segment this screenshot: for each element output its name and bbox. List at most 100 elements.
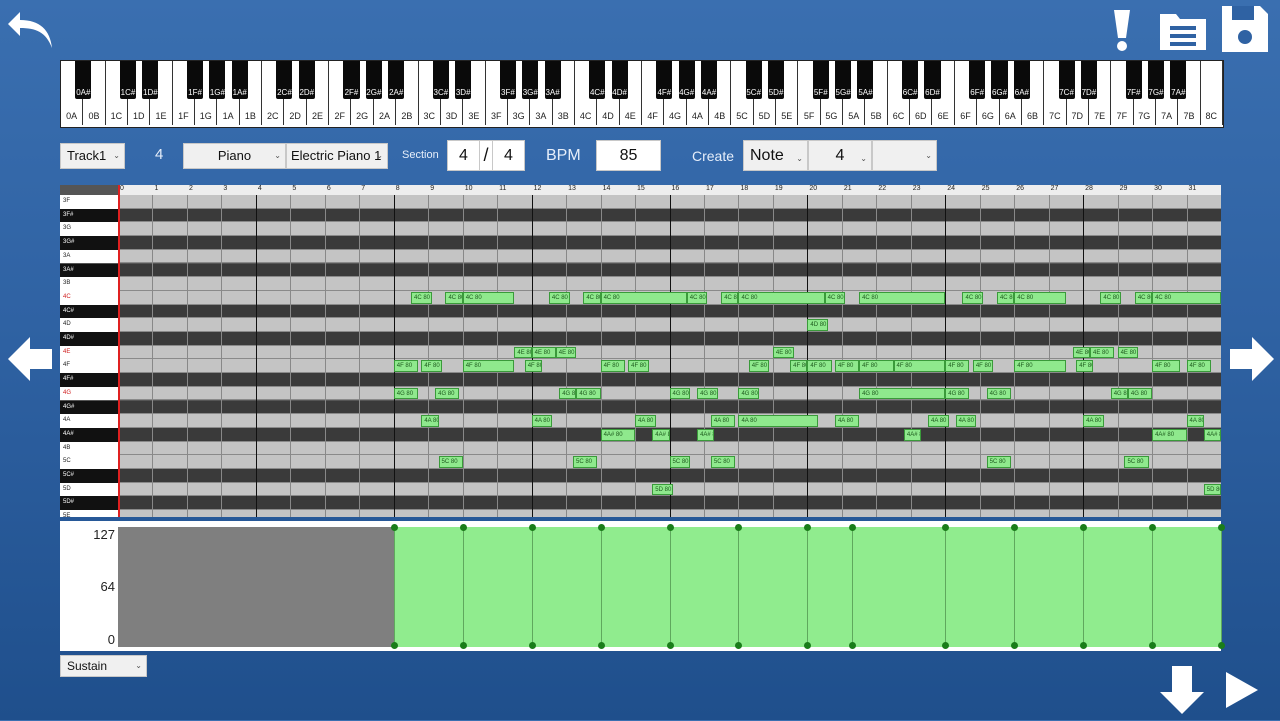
velocity-handle-bottom[interactable] bbox=[1011, 642, 1019, 649]
velocity-lane[interactable]: 127 64 0 bbox=[60, 521, 1225, 651]
velocity-handle-top[interactable] bbox=[666, 524, 674, 531]
black-key-4A#[interactable]: 4A# bbox=[700, 61, 718, 99]
note-block[interactable]: 4E 80 bbox=[1090, 346, 1115, 359]
note-block[interactable]: 4G 80 bbox=[1127, 387, 1153, 400]
velocity-handle-top[interactable] bbox=[459, 524, 467, 531]
black-key-5A#[interactable]: 5A# bbox=[857, 61, 874, 99]
note-block[interactable]: 4F 80 bbox=[945, 360, 970, 373]
note-block[interactable]: 4C 80 bbox=[600, 291, 687, 304]
pitch-label[interactable]: 4C bbox=[60, 290, 118, 305]
pitch-label[interactable]: 4F bbox=[60, 359, 118, 374]
playhead[interactable] bbox=[118, 185, 120, 517]
controller-select[interactable]: Sustain ⌄ bbox=[60, 655, 147, 677]
black-key-3D#[interactable]: 3D# bbox=[455, 61, 472, 99]
pitch-label[interactable]: 5C# bbox=[60, 469, 118, 483]
note-block[interactable]: 4C 80 bbox=[996, 291, 1015, 304]
note-block[interactable]: 4G 80 bbox=[986, 387, 1011, 400]
scroll-left-arrow-icon[interactable] bbox=[6, 334, 54, 384]
black-key-3C#[interactable]: 3C# bbox=[432, 61, 449, 99]
note-block[interactable]: 4F 80 bbox=[393, 360, 418, 373]
note-block[interactable]: 4G 80 bbox=[697, 387, 718, 400]
note-block[interactable]: 4A 80 bbox=[1083, 415, 1104, 427]
note-block[interactable]: 4C 80 bbox=[583, 291, 601, 304]
note-block[interactable]: 5D 80 bbox=[1203, 483, 1221, 496]
pitch-label[interactable]: 4E bbox=[60, 345, 118, 360]
pitch-label[interactable]: 4A# bbox=[60, 427, 118, 442]
velocity-handle-top[interactable] bbox=[597, 524, 605, 531]
velocity-handle-bottom[interactable] bbox=[1149, 642, 1157, 649]
note-block[interactable]: 4F 80 bbox=[421, 360, 442, 373]
note-block[interactable]: 4F 80 bbox=[1186, 360, 1211, 373]
instrument-category-select[interactable]: Piano ⌄ bbox=[183, 143, 286, 169]
back-arrow-icon[interactable] bbox=[6, 8, 56, 52]
note-block[interactable]: 5C 80 bbox=[710, 456, 735, 468]
pitch-label[interactable]: 3B bbox=[60, 277, 118, 291]
pitch-label[interactable]: 4G# bbox=[60, 400, 118, 415]
black-key-7C#[interactable]: 7C# bbox=[1058, 61, 1075, 99]
pitch-label[interactable]: 3G bbox=[60, 222, 118, 237]
black-key-6G#[interactable]: 6G# bbox=[991, 61, 1008, 99]
note-block[interactable]: 4D 80 bbox=[807, 319, 829, 331]
black-key-6D#[interactable]: 6D# bbox=[924, 61, 941, 99]
velocity-handle-bottom[interactable] bbox=[849, 642, 857, 649]
note-block[interactable]: 4E 80 bbox=[1117, 346, 1139, 359]
velocity-handle-bottom[interactable] bbox=[597, 642, 605, 649]
note-block[interactable]: 4F 80 bbox=[893, 360, 946, 373]
track-select[interactable]: Track1 ⌄ bbox=[60, 143, 125, 169]
scroll-down-arrow-icon[interactable] bbox=[1158, 664, 1206, 716]
black-key-7D#[interactable]: 7D# bbox=[1080, 61, 1097, 99]
note-block[interactable]: 4C 80 bbox=[1134, 291, 1153, 304]
pitch-label[interactable]: 4D bbox=[60, 318, 118, 332]
black-key-7A#[interactable]: 7A# bbox=[1170, 61, 1187, 99]
note-block[interactable]: 4C 80 bbox=[721, 291, 739, 304]
note-block[interactable]: 4A 80 bbox=[421, 415, 439, 427]
black-key-6F#[interactable]: 6F# bbox=[969, 61, 986, 99]
note-block[interactable]: 4C 80 bbox=[1152, 291, 1221, 304]
black-key-7G#[interactable]: 7G# bbox=[1147, 61, 1164, 99]
note-block[interactable]: 4A 80 bbox=[738, 415, 818, 427]
pitch-label[interactable]: 4D# bbox=[60, 332, 118, 346]
velocity-handle-bottom[interactable] bbox=[666, 642, 674, 649]
note-block[interactable]: 4C 80 bbox=[962, 291, 984, 304]
note-block[interactable]: 4C 80 bbox=[445, 291, 463, 304]
pitch-label[interactable]: 5D# bbox=[60, 496, 118, 511]
velocity-handle-bottom[interactable] bbox=[1218, 642, 1225, 649]
white-key-8C[interactable]: 8C bbox=[1200, 61, 1223, 125]
piano-keyboard[interactable]: 0A 0B 1C 1D 1E 1F 1G 1A 1B 2C 2D 2E 2F 2G 2A 2B 3C 3D 3E 3F… bbox=[60, 60, 1224, 128]
note-block[interactable]: 5C 80 bbox=[986, 456, 1011, 468]
velocity-handle-top[interactable] bbox=[528, 524, 536, 531]
note-block[interactable]: 4G 80 bbox=[1110, 387, 1128, 400]
open-folder-icon[interactable] bbox=[1158, 8, 1208, 52]
bpm-input[interactable]: 85 bbox=[596, 140, 661, 171]
note-block[interactable]: 4E 80 bbox=[1072, 346, 1091, 359]
note-block[interactable]: 4C 80 bbox=[462, 291, 515, 304]
velocity-handle-top[interactable] bbox=[390, 524, 398, 531]
note-block[interactable]: 4A 80 bbox=[635, 415, 656, 427]
note-block[interactable]: 4G 80 bbox=[669, 387, 691, 400]
black-key-5D#[interactable]: 5D# bbox=[768, 61, 785, 99]
create-mode-select[interactable]: Note ⌄ bbox=[743, 140, 808, 171]
pitch-label[interactable]: 5D bbox=[60, 482, 118, 497]
black-key-4C#[interactable]: 4C# bbox=[589, 61, 606, 99]
note-block[interactable]: 4A 80 bbox=[710, 415, 735, 427]
note-block[interactable]: 4A 80 bbox=[955, 415, 977, 427]
black-key-5G#[interactable]: 5G# bbox=[835, 61, 852, 99]
note-block[interactable]: 4A 80 bbox=[834, 415, 860, 427]
note-block[interactable]: 4C 80 bbox=[548, 291, 570, 304]
note-block[interactable]: 4G 80 bbox=[576, 387, 601, 400]
velocity-handle-bottom[interactable] bbox=[942, 642, 950, 649]
note-block[interactable]: 4F 80 bbox=[972, 360, 994, 373]
instrument-select[interactable]: Electric Piano 1 ⌄ bbox=[286, 143, 388, 169]
note-block[interactable]: 4E 80 bbox=[555, 346, 577, 359]
note-block[interactable]: 4F 80 bbox=[628, 360, 649, 373]
note-block[interactable]: 4A 80 bbox=[928, 415, 949, 427]
velocity-handle-bottom[interactable] bbox=[459, 642, 467, 649]
black-key-3A#[interactable]: 3A# bbox=[544, 61, 561, 99]
pitch-label[interactable]: 5C bbox=[60, 455, 118, 469]
pitch-label[interactable]: 4F# bbox=[60, 373, 118, 387]
pitch-label[interactable]: 3A bbox=[60, 249, 118, 264]
note-block[interactable]: 4F 80 bbox=[834, 360, 860, 373]
black-key-4F#[interactable]: 4F# bbox=[656, 61, 673, 99]
velocity-handle-bottom[interactable] bbox=[528, 642, 536, 649]
note-block[interactable]: 5C 80 bbox=[438, 456, 463, 468]
